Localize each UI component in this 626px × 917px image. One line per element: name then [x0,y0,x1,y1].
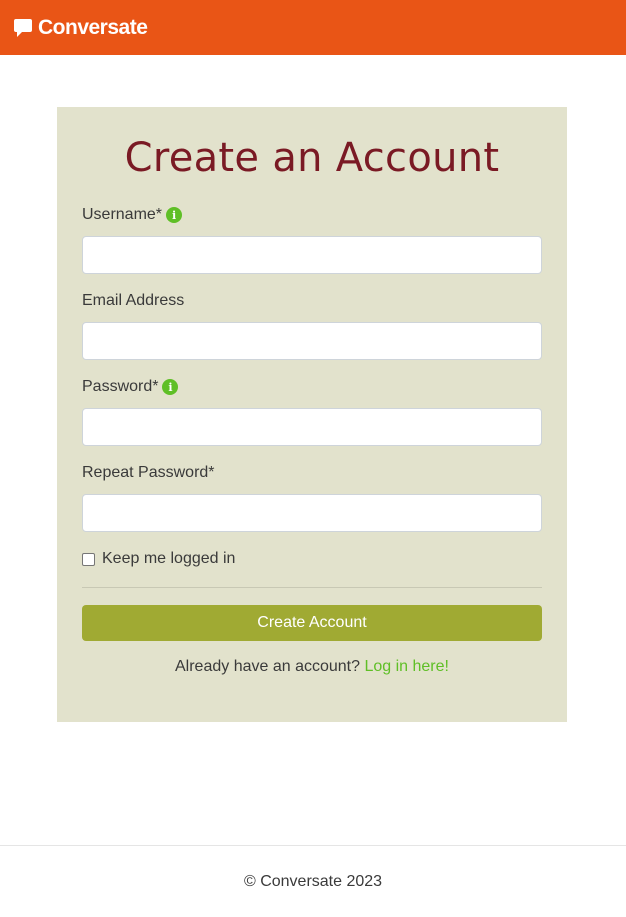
info-icon[interactable]: i [166,207,183,223]
username-input[interactable] [82,236,542,274]
password-field-group: Password* i [82,377,542,446]
password-input[interactable] [82,408,542,446]
page-title: Create an Account [124,135,500,181]
login-prompt-text: Already have an account? [175,658,361,675]
login-prompt: Already have an account? Log in here! [82,658,542,676]
login-link[interactable]: Log in here! [364,658,449,675]
brand-name: Conversate [38,15,148,39]
email-field-group: Email Address [82,291,542,360]
username-field-group: Username* i [82,205,542,274]
copyright-text: © Conversate 2023 [243,873,383,890]
form-divider [82,587,542,588]
repeat-password-input[interactable] [82,494,542,532]
keep-logged-in-row[interactable]: Keep me logged in [82,550,235,568]
repeat-password-field-group: Repeat Password* [82,463,542,532]
email-input[interactable] [82,322,542,360]
brand-link[interactable]: Conversate [13,15,148,40]
page-footer: © Conversate 2023 [0,845,626,917]
info-icon[interactable]: i [162,379,179,395]
top-navbar: Conversate [0,0,626,55]
speech-bubble-icon [13,18,33,38]
keep-logged-in-checkbox[interactable] [82,552,95,566]
username-label: Username* [82,206,163,223]
password-label: Password* [82,378,159,395]
email-label: Email Address [82,292,185,309]
repeat-password-label: Repeat Password* [82,464,215,481]
signup-card: Create an Account Username* i Email Addr… [57,107,567,722]
keep-logged-in-label: Keep me logged in [102,550,236,567]
create-account-button[interactable]: Create Account [82,605,542,641]
